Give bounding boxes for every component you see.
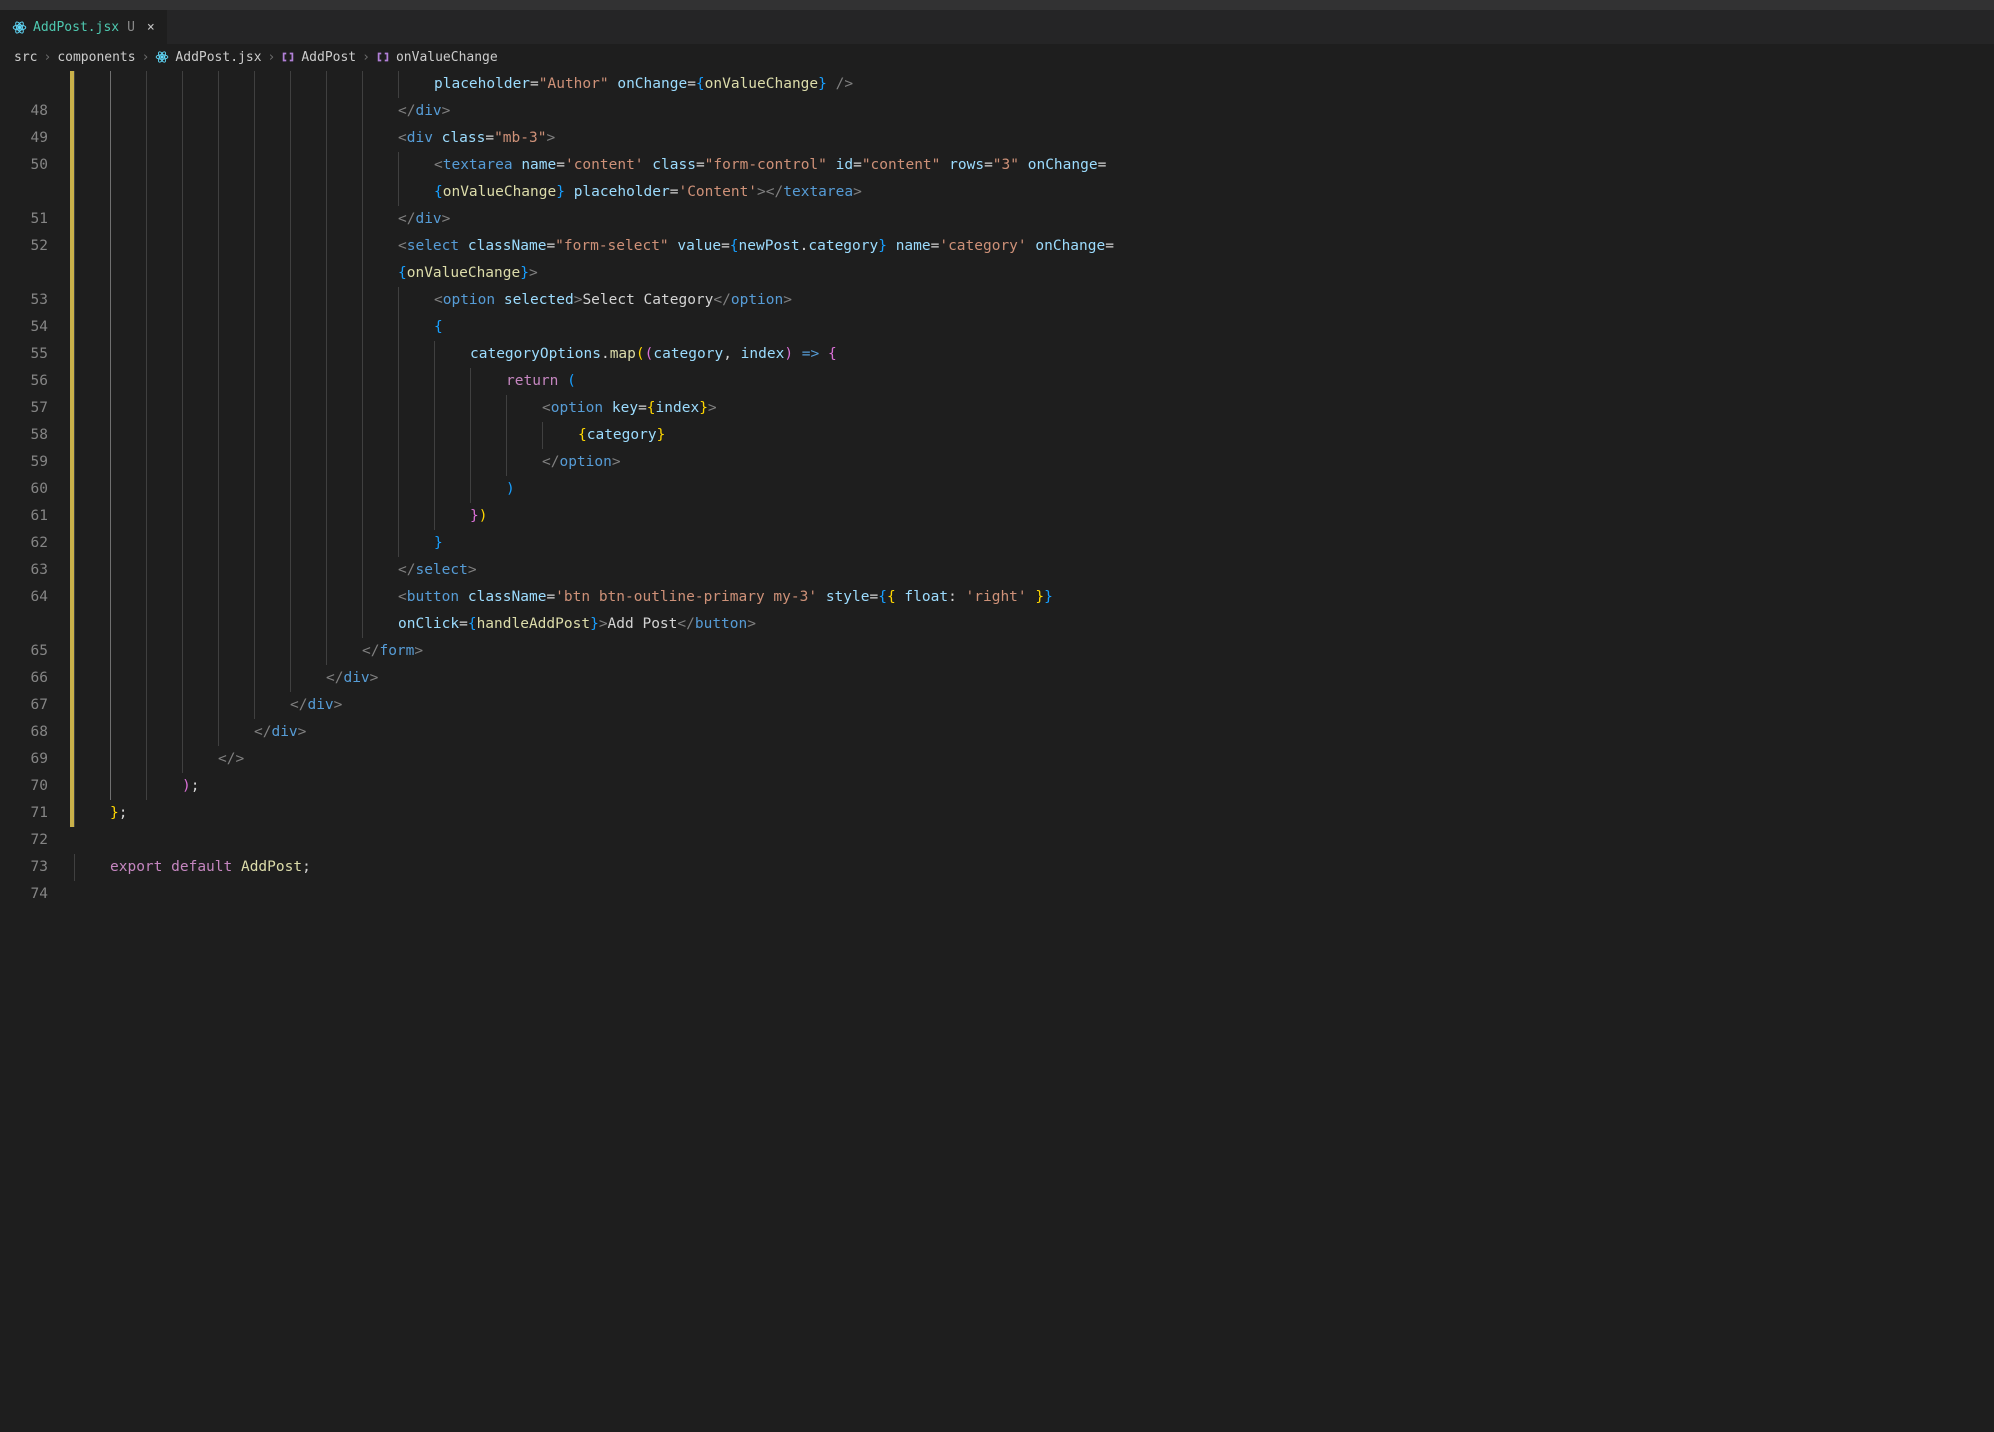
line-number <box>0 611 48 638</box>
code-line[interactable]: </div> <box>74 665 1994 692</box>
code-line[interactable]: <select className="form-select" value={n… <box>74 233 1994 260</box>
code-line[interactable]: }; <box>74 800 1994 827</box>
code-line[interactable]: ); <box>74 773 1994 800</box>
code-content[interactable]: placeholder="Author" onChange={onValueCh… <box>74 69 1994 1432</box>
line-number: 69 <box>0 746 48 773</box>
code-line[interactable] <box>74 827 1994 854</box>
line-number: 61 <box>0 503 48 530</box>
crumb-src[interactable]: src <box>14 50 37 65</box>
react-icon <box>155 50 169 64</box>
line-number-gutter: 484950 5152 535455565758596061626364 656667… <box>0 69 70 1432</box>
breadcrumb[interactable]: src › components › AddPost.jsx › AddPost… <box>0 45 1994 69</box>
code-line[interactable]: {category} <box>74 422 1994 449</box>
code-line[interactable]: categoryOptions.map((category, index) =>… <box>74 341 1994 368</box>
code-line[interactable]: </option> <box>74 449 1994 476</box>
code-line[interactable]: </div> <box>74 692 1994 719</box>
editor-area[interactable]: 484950 5152 535455565758596061626364 656667… <box>0 69 1994 1432</box>
code-line[interactable]: return ( <box>74 368 1994 395</box>
line-number: 57 <box>0 395 48 422</box>
code-line[interactable]: }) <box>74 503 1994 530</box>
line-number: 65 <box>0 638 48 665</box>
line-number: 62 <box>0 530 48 557</box>
code-line[interactable]: { <box>74 314 1994 341</box>
line-number: 66 <box>0 665 48 692</box>
code-line[interactable]: onClick={handleAddPost}>Add Post</button… <box>74 611 1994 638</box>
line-number: 58 <box>0 422 48 449</box>
crumb-symbol2[interactable]: onValueChange <box>396 50 498 65</box>
line-number: 59 <box>0 449 48 476</box>
crumb-symbol1[interactable]: AddPost <box>301 50 356 65</box>
code-line[interactable]: </form> <box>74 638 1994 665</box>
breadcrumb-sep: › <box>362 50 370 65</box>
line-number: 68 <box>0 719 48 746</box>
line-number: 74 <box>0 881 48 908</box>
code-line[interactable]: <textarea name='content' class="form-con… <box>74 152 1994 179</box>
breadcrumb-sep: › <box>142 50 150 65</box>
line-number: 72 <box>0 827 48 854</box>
line-number: 53 <box>0 287 48 314</box>
code-line[interactable]: <option selected>Select Category</option… <box>74 287 1994 314</box>
code-line[interactable]: </> <box>74 746 1994 773</box>
code-line[interactable]: export default AddPost; <box>74 854 1994 881</box>
line-number: 73 <box>0 854 48 881</box>
line-number: 71 <box>0 800 48 827</box>
symbol-variable-icon <box>281 50 295 64</box>
code-line[interactable]: </select> <box>74 557 1994 584</box>
tab-bar: AddPost.jsx U × <box>0 10 1994 45</box>
line-number: 49 <box>0 125 48 152</box>
line-number: 50 <box>0 152 48 179</box>
tab-close-icon[interactable]: × <box>147 20 155 35</box>
code-line[interactable] <box>74 881 1994 908</box>
line-number: 60 <box>0 476 48 503</box>
code-line[interactable]: {onValueChange} placeholder='Content'></… <box>74 179 1994 206</box>
react-icon <box>12 20 27 35</box>
editor-tab[interactable]: AddPost.jsx U × <box>0 10 167 44</box>
line-number: 52 <box>0 233 48 260</box>
line-number <box>0 260 48 287</box>
code-line[interactable]: {onValueChange}> <box>74 260 1994 287</box>
tab-modified-marker: U <box>127 20 135 35</box>
code-line[interactable]: </div> <box>74 719 1994 746</box>
code-line[interactable]: </div> <box>74 206 1994 233</box>
code-line[interactable]: <option key={index}> <box>74 395 1994 422</box>
code-line[interactable]: </div> <box>74 98 1994 125</box>
code-line[interactable]: placeholder="Author" onChange={onValueCh… <box>74 71 1994 98</box>
crumb-components[interactable]: components <box>57 50 135 65</box>
line-number: 70 <box>0 773 48 800</box>
line-number: 64 <box>0 584 48 611</box>
title-bar <box>0 0 1994 10</box>
line-number: 63 <box>0 557 48 584</box>
line-number: 48 <box>0 98 48 125</box>
code-line[interactable]: } <box>74 530 1994 557</box>
line-number: 67 <box>0 692 48 719</box>
code-line[interactable]: ) <box>74 476 1994 503</box>
tab-filename: AddPost.jsx <box>33 20 119 35</box>
line-number: 56 <box>0 368 48 395</box>
symbol-variable-icon <box>376 50 390 64</box>
line-number: 51 <box>0 206 48 233</box>
line-number: 54 <box>0 314 48 341</box>
line-number <box>0 179 48 206</box>
code-line[interactable]: <button className='btn btn-outline-prima… <box>74 584 1994 611</box>
line-number <box>0 71 48 98</box>
line-number: 55 <box>0 341 48 368</box>
code-line[interactable]: <div class="mb-3"> <box>74 125 1994 152</box>
breadcrumb-sep: › <box>268 50 276 65</box>
breadcrumb-sep: › <box>43 50 51 65</box>
crumb-file[interactable]: AddPost.jsx <box>175 50 261 65</box>
